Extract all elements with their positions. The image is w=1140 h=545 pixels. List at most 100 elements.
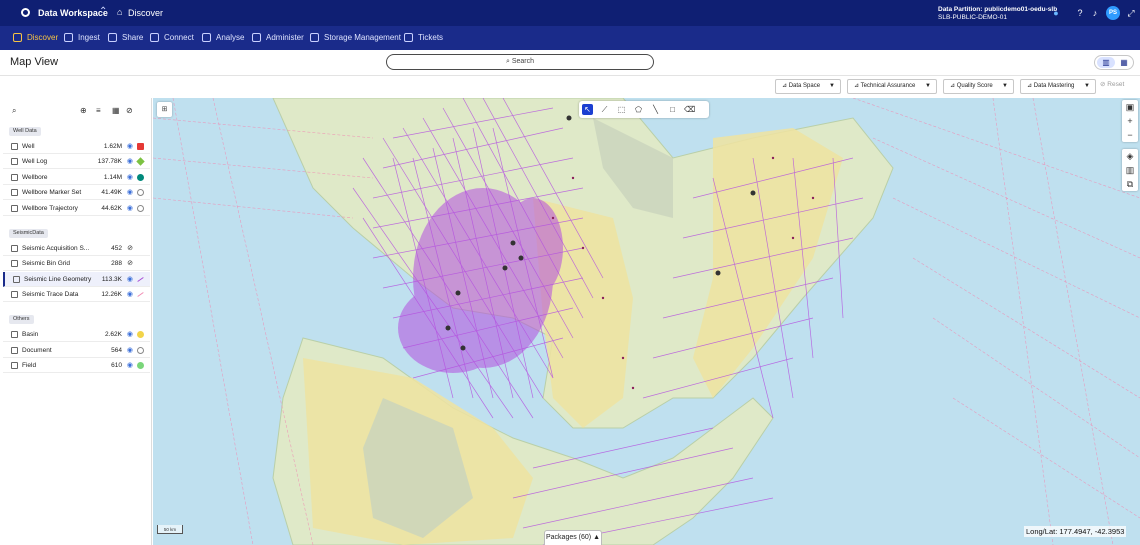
layer-seismic-line-geometry[interactable]: Seismic Line Geometry 113.3K ◉: [3, 272, 150, 287]
nav-ingest[interactable]: Ingest: [64, 33, 100, 42]
bell-icon[interactable]: ♪: [1090, 8, 1100, 18]
eye-icon[interactable]: ◉: [127, 346, 133, 354]
layer-wellbore[interactable]: Wellbore 1.14M ◉: [3, 170, 150, 185]
legend-ring-icon[interactable]: [137, 189, 144, 196]
filter-data-mastering[interactable]: ⊿ Data Mastering ▼: [1020, 79, 1096, 94]
filter-icon: ⊿: [854, 83, 861, 89]
select-tool-icon[interactable]: ↖: [582, 104, 593, 115]
layer-wellbore-trajectory[interactable]: Wellbore Trajectory 44.62K ◉: [3, 201, 150, 216]
caret-down-icon: ▼: [829, 83, 835, 89]
packages-button[interactable]: Packages (60) ▲: [544, 530, 602, 545]
eye-off-icon[interactable]: ⊘: [127, 259, 133, 267]
layer-count: 288: [111, 260, 122, 267]
legend-circle-icon[interactable]: [137, 331, 144, 338]
search-input[interactable]: ⌕ Search: [386, 54, 654, 70]
filter-quality-score[interactable]: ⊿ Quality Score ▼: [943, 79, 1014, 94]
eye-icon[interactable]: ◉: [127, 275, 133, 283]
layer-document[interactable]: Document 564 ◉: [3, 343, 150, 358]
line-tool-icon[interactable]: ╲: [650, 104, 661, 115]
eye-icon[interactable]: ◉: [127, 188, 133, 196]
chevron-up-icon[interactable]: ⌃: [99, 6, 107, 17]
reset-button[interactable]: ⊘ Reset: [1100, 80, 1124, 88]
nav-label: Ingest: [78, 33, 100, 42]
table-icon[interactable]: ▦: [112, 106, 120, 115]
nav-label: Storage Management: [324, 33, 401, 42]
breadcrumb[interactable]: Discover: [128, 8, 163, 18]
home-icon[interactable]: ⌂: [117, 7, 122, 17]
clear-tool-icon[interactable]: ⌫: [684, 104, 695, 115]
pin-tool-icon[interactable]: ⟋: [599, 104, 610, 115]
add-icon[interactable]: ⊕: [80, 106, 87, 115]
layer-seismic-bin-grid[interactable]: Seismic Bin Grid 288 ⊘: [3, 256, 150, 271]
legend-line-icon[interactable]: [137, 277, 144, 282]
nav-share[interactable]: Share: [108, 33, 143, 42]
layer-wellbore-marker-set[interactable]: Wellbore Marker Set 41.49K ◉: [3, 185, 150, 200]
legend-line-icon[interactable]: [137, 292, 144, 297]
coordinates-readout: Long/Lat: 177.4947, -42.3953: [1024, 526, 1127, 537]
eye-icon[interactable]: ◉: [127, 204, 133, 212]
document-icon: [11, 347, 18, 354]
copy-icon[interactable]: ⧉: [1122, 177, 1138, 191]
search-placeholder: Search: [511, 58, 535, 65]
eye-off-icon[interactable]: ⊘: [127, 244, 133, 252]
help-icon[interactable]: ?: [1075, 8, 1085, 18]
layer-well-log[interactable]: Well Log 137.78K ◉: [3, 154, 150, 169]
layer-count: 137.78K: [97, 158, 122, 165]
legend-square-icon[interactable]: [137, 143, 144, 150]
snapshot-icon[interactable]: ▣: [1122, 100, 1138, 114]
split-view-icon[interactable]: ▥: [1097, 57, 1115, 68]
discover-icon: [13, 33, 22, 42]
zoom-out-icon[interactable]: −: [1122, 128, 1138, 142]
avatar[interactable]: PS: [1106, 6, 1120, 20]
layer-field[interactable]: Field 610 ◉: [3, 358, 150, 373]
hide-all-icon[interactable]: ⊘: [126, 106, 133, 115]
search-icon[interactable]: ⌕: [12, 106, 16, 116]
basemap-icon[interactable]: ▥: [1122, 163, 1138, 177]
eye-icon[interactable]: ◉: [127, 157, 133, 165]
page-title: Map View: [10, 56, 59, 68]
map-svg: [153, 98, 1140, 545]
nav-tickets[interactable]: Tickets: [404, 33, 443, 42]
layers-toggle-icon[interactable]: ⊞: [157, 102, 172, 117]
nav-administer[interactable]: Administer: [252, 33, 304, 42]
eye-icon[interactable]: ◉: [127, 142, 133, 150]
legend-ring-icon[interactable]: [137, 205, 144, 212]
filter-data-space[interactable]: ⊿ Data Space ▼: [775, 79, 841, 94]
nav-label: Tickets: [418, 33, 444, 42]
layer-name: Well: [22, 143, 35, 150]
polygon-tool-icon[interactable]: ⬠: [633, 104, 644, 115]
eye-icon[interactable]: ◉: [127, 173, 133, 181]
eye-icon[interactable]: ◉: [127, 330, 133, 338]
data-partition[interactable]: Data Partition: publicdemo01-oedu-slb SL…: [938, 6, 1057, 22]
legend-circle-icon[interactable]: [137, 174, 144, 181]
caret-down-icon: ▼: [1084, 83, 1090, 89]
legend-ring-icon[interactable]: [137, 347, 144, 354]
nav-label: Administer: [266, 33, 304, 42]
rectangle-tool-icon[interactable]: ⬚: [616, 104, 627, 115]
fullscreen-icon[interactable]: ⤢: [1126, 8, 1136, 18]
list-icon[interactable]: ≡: [96, 106, 101, 115]
grid-view-icon[interactable]: ▦: [1115, 57, 1133, 68]
app-title[interactable]: Data Workspace: [38, 8, 108, 18]
filter-technical-assurance[interactable]: ⊿ Technical Assurance ▼: [847, 79, 937, 94]
eye-icon[interactable]: ◉: [127, 290, 133, 298]
legend-diamond-icon[interactable]: [136, 157, 145, 166]
box-tool-icon[interactable]: □: [667, 104, 678, 115]
layers-icon[interactable]: ◈: [1122, 149, 1138, 163]
layer-count: 564: [111, 347, 122, 354]
nav-analyse[interactable]: Analyse: [202, 33, 244, 42]
layer-basin[interactable]: Basin 2.62K ◉: [3, 327, 150, 342]
nav-storage-management[interactable]: Storage Management: [310, 33, 401, 42]
divider: [0, 75, 1140, 76]
zoom-in-icon[interactable]: +: [1122, 114, 1138, 128]
layer-seismic-acquisition[interactable]: Seismic Acquisition S... 452 ⊘: [3, 241, 150, 256]
eye-icon[interactable]: ◉: [127, 361, 133, 369]
map-canvas[interactable]: ⊞ ↖ ⟋ ⬚ ⬠ ╲ □ ⌫ ▣ + − ◈ ▥ ⧉ 50 km Packag…: [153, 98, 1140, 545]
nav-connect[interactable]: Connect: [150, 33, 194, 42]
partition-sub: SLB-PUBLIC-DEMO-01: [938, 14, 1007, 21]
layer-well[interactable]: Well 1.62M ◉: [3, 139, 150, 154]
layer-seismic-trace-data[interactable]: Seismic Trace Data 12.26K ◉: [3, 287, 150, 302]
legend-circle-icon[interactable]: [137, 362, 144, 369]
partition-icon[interactable]: ●: [1051, 8, 1061, 18]
nav-discover[interactable]: Discover: [13, 33, 58, 42]
